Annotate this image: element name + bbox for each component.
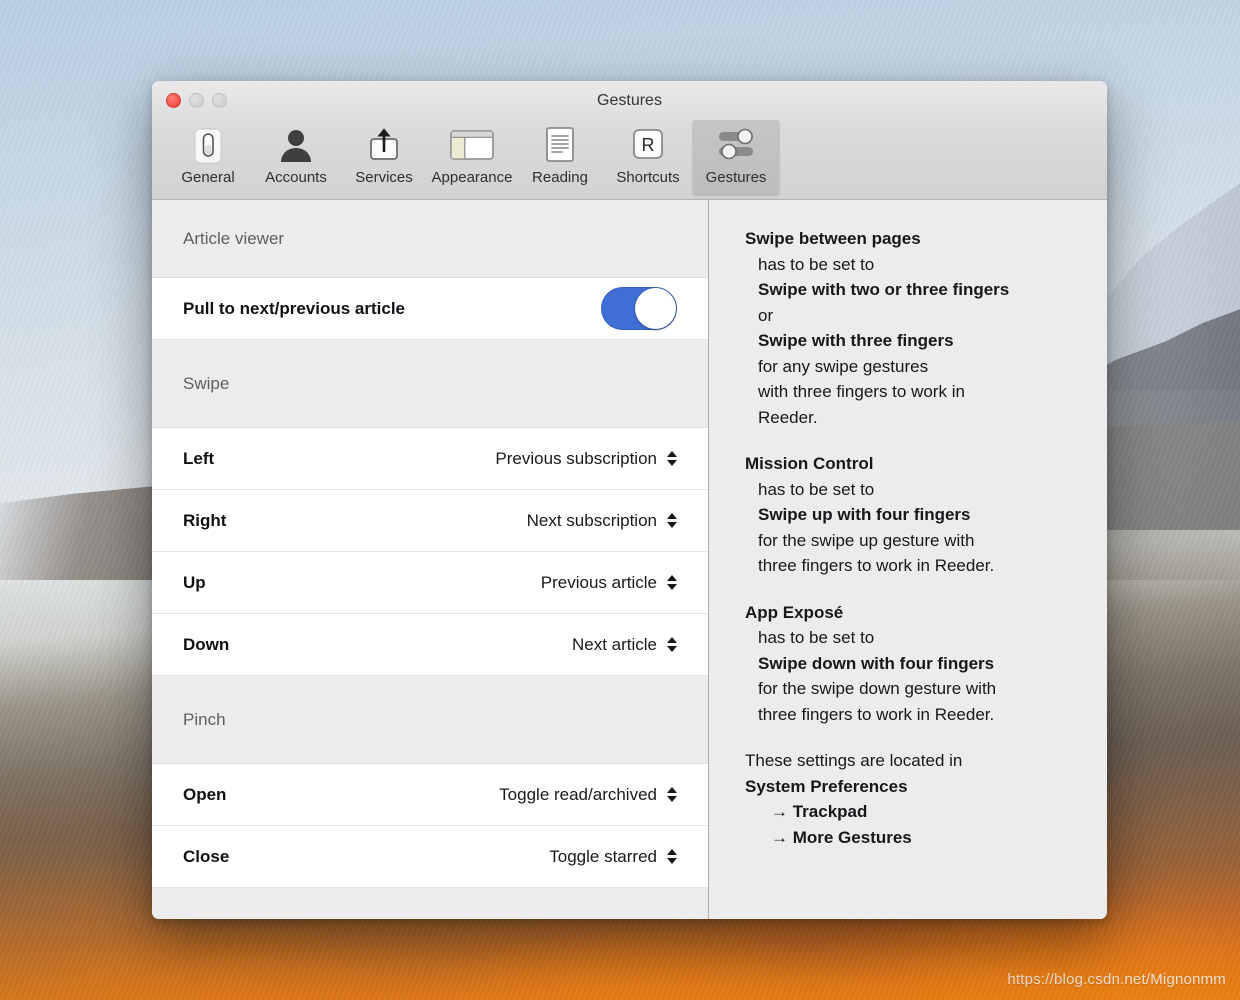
help-line: for any swipe gestures (758, 356, 929, 376)
row-swipe-down[interactable]: Down Next article (152, 614, 708, 676)
toolbar-label: General (181, 169, 235, 186)
row-label: Pull to next/previous article (183, 298, 406, 318)
window-titlebar[interactable]: Gestures (152, 81, 1107, 120)
switch-icon (184, 124, 232, 166)
key-r-icon: R (624, 124, 672, 166)
help-line: Swipe with three fingers (758, 331, 954, 350)
sliders-icon (712, 124, 760, 166)
help-line: or (758, 305, 774, 325)
row-label: Close (183, 846, 230, 866)
row-swipe-left[interactable]: Left Previous subscription (152, 428, 708, 490)
help-line: System Preferences (745, 776, 908, 796)
pull-to-next-previous-toggle[interactable] (601, 287, 677, 330)
section-header-swipe: Swipe (152, 340, 708, 428)
stepper-arrows-icon[interactable] (666, 575, 677, 590)
section-header-article-viewer: Article viewer (152, 200, 708, 278)
stepper-arrows-icon[interactable] (666, 513, 677, 528)
toolbar-label: Appearance (431, 169, 513, 186)
swipe-up-popup[interactable]: Previous article (541, 573, 677, 593)
swipe-right-popup[interactable]: Next subscription (527, 511, 677, 531)
help-line: Swipe with two or three fingers (758, 280, 1010, 299)
svg-text:R: R (642, 135, 655, 155)
help-line: with three fingers to work in (758, 382, 965, 401)
toolbar-item-appearance[interactable]: Appearance (428, 120, 516, 196)
section-header-pinch: Pinch (152, 676, 708, 764)
settings-list: Article viewer Pull to next/previous art… (152, 200, 709, 919)
preferences-toolbar: General Accounts Services Appearance Rea… (152, 120, 1107, 200)
popup-value: Next article (571, 634, 657, 654)
toolbar-item-general[interactable]: General (164, 120, 252, 196)
section-header-label: Swipe (183, 373, 230, 393)
toolbar-label: Accounts (265, 169, 327, 186)
row-label: Right (183, 510, 227, 530)
popup-value: Toggle read/archived (499, 784, 657, 804)
toolbar-label: Shortcuts (616, 169, 680, 186)
toolbar-label: Reading (532, 169, 588, 186)
help-block-swipe-between-pages: Swipe between pages has to be set to Swi… (745, 226, 1085, 430)
stepper-arrows-icon[interactable] (666, 787, 677, 802)
help-line: for the swipe up gesture with (758, 530, 975, 550)
toolbar-item-services[interactable]: Services (340, 120, 428, 196)
share-icon (360, 124, 408, 166)
help-line: Reeder. (758, 407, 818, 427)
swipe-left-popup[interactable]: Previous subscription (495, 449, 677, 469)
help-line: App Exposé (745, 602, 844, 622)
help-line: → More Gestures (771, 827, 912, 847)
row-swipe-right[interactable]: Right Next subscription (152, 490, 708, 552)
help-panel: Swipe between pages has to be set to Swi… (709, 200, 1107, 919)
toolbar-item-accounts[interactable]: Accounts (252, 120, 340, 196)
toolbar-label: Services (355, 169, 413, 186)
help-block-system-preferences: These settings are located in System Pre… (745, 748, 1085, 850)
stepper-arrows-icon[interactable] (666, 451, 677, 466)
section-header-label: Pinch (183, 709, 226, 729)
pinch-open-popup[interactable]: Toggle read/archived (499, 785, 677, 805)
window-icon (448, 124, 496, 166)
list-filler (152, 888, 708, 919)
help-line: has to be set to (758, 254, 875, 274)
help-line: has to be set to (758, 628, 875, 647)
help-line: for the swipe down gesture with (758, 679, 997, 698)
window-title: Gestures (597, 91, 662, 109)
row-pull-to-next-previous-article[interactable]: Pull to next/previous article (152, 278, 708, 340)
row-label: Open (183, 784, 227, 804)
popup-value: Next subscription (526, 510, 657, 530)
help-line: → Trackpad (771, 802, 868, 821)
person-icon (272, 124, 320, 166)
swipe-down-popup[interactable]: Next article (572, 635, 677, 655)
row-pinch-open[interactable]: Open Toggle read/archived (152, 764, 708, 826)
preferences-window: Gestures General Accounts Services Appea… (152, 81, 1107, 919)
window-body: Article viewer Pull to next/previous art… (152, 200, 1107, 919)
stepper-arrows-icon[interactable] (666, 849, 677, 864)
help-block-mission-control: Mission Control has to be set to Swipe u… (745, 451, 1085, 579)
watermark-text: https://blog.csdn.net/Mignonmm (1007, 971, 1226, 988)
document-icon (536, 124, 584, 166)
help-line: These settings are located in (745, 751, 963, 770)
help-block-app-expose: App Exposé has to be set to Swipe down w… (745, 600, 1085, 728)
help-line: three fingers to work in Reeder. (758, 704, 995, 724)
toggle-knob (635, 288, 676, 329)
toolbar-item-shortcuts[interactable]: R Shortcuts (604, 120, 692, 196)
desktop-background: https://blog.csdn.net/Mignonmm Gestures (0, 0, 1240, 1000)
help-line: Swipe up with four fingers (758, 505, 971, 524)
row-label: Down (183, 634, 230, 654)
popup-value: Previous subscription (495, 448, 657, 468)
section-header-label: Article viewer (183, 228, 285, 248)
stepper-arrows-icon[interactable] (666, 637, 677, 652)
toolbar-label: Gestures (705, 169, 767, 186)
pinch-close-popup[interactable]: Toggle starred (549, 847, 677, 867)
help-line: three fingers to work in Reeder. (758, 556, 995, 575)
popup-value: Toggle starred (549, 846, 657, 866)
help-line: Mission Control (745, 454, 874, 473)
toolbar-item-reading[interactable]: Reading (516, 120, 604, 196)
row-pinch-close[interactable]: Close Toggle starred (152, 826, 708, 888)
help-line: Swipe down with four fingers (758, 653, 995, 673)
popup-value: Previous article (540, 572, 657, 592)
row-label: Left (183, 448, 215, 468)
row-swipe-up[interactable]: Up Previous article (152, 552, 708, 614)
row-label: Up (183, 572, 206, 592)
help-line: Swipe between pages (745, 229, 921, 248)
help-line: has to be set to (758, 479, 875, 499)
toolbar-item-gestures[interactable]: Gestures (692, 120, 780, 196)
